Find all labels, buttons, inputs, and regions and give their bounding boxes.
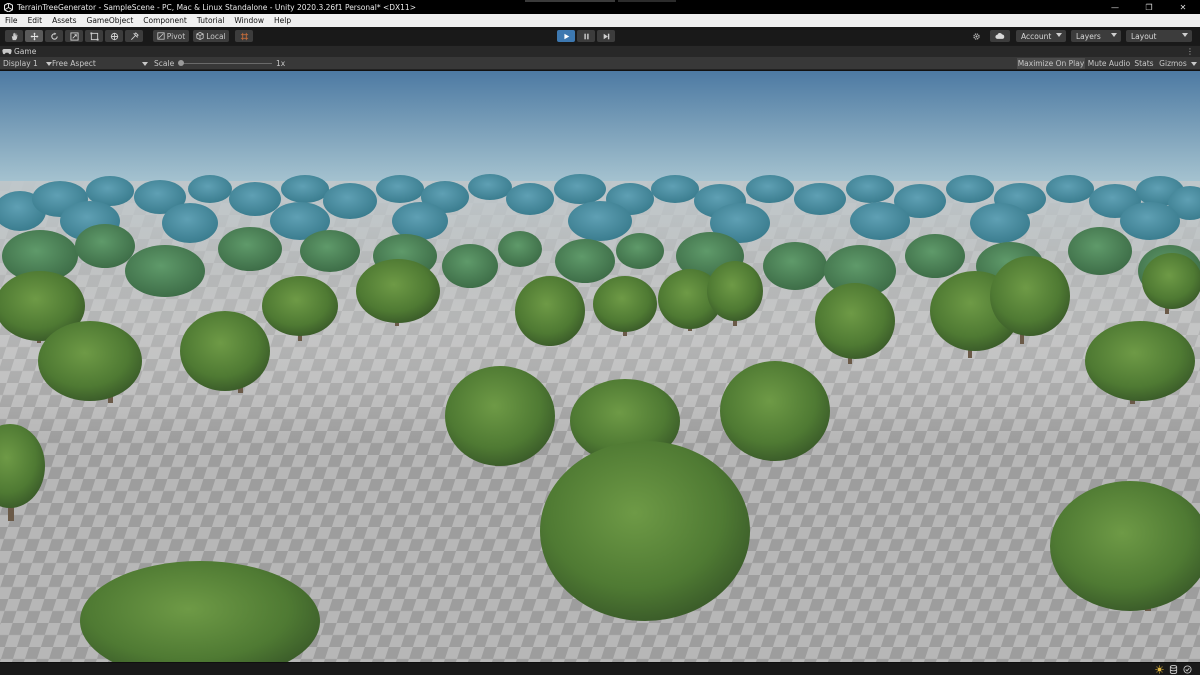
scale-slider-thumb[interactable] xyxy=(178,60,184,66)
restore-button[interactable]: ❐ xyxy=(1132,0,1166,14)
menu-bar: File Edit Assets GameObject Component Tu… xyxy=(0,14,1200,27)
transform-tool-button[interactable] xyxy=(105,30,123,42)
hand-tool-button[interactable] xyxy=(5,30,23,42)
menu-tutorial[interactable]: Tutorial xyxy=(192,16,230,25)
rect-tool-button[interactable] xyxy=(85,30,103,42)
custom-tool-icon xyxy=(130,31,139,40)
local-label: Local xyxy=(206,31,226,41)
hand-icon xyxy=(11,32,17,40)
display-label: Display 1 xyxy=(3,59,38,68)
play-button[interactable] xyxy=(557,30,575,42)
rotate-tool-button[interactable] xyxy=(45,30,63,42)
scale-value: 1x xyxy=(276,59,286,68)
lighting-icon[interactable] xyxy=(1155,665,1164,675)
window-controls: — ❐ ✕ xyxy=(1098,0,1200,14)
pivot-icon xyxy=(157,32,165,40)
layout-dropdown[interactable]: Layout xyxy=(1126,30,1192,42)
progress-check-icon[interactable] xyxy=(1183,665,1192,675)
menu-window[interactable]: Window xyxy=(229,16,269,25)
gizmos-dropdown[interactable] xyxy=(1190,58,1198,69)
rotate-icon xyxy=(50,31,58,40)
close-button[interactable]: ✕ xyxy=(1166,0,1200,14)
mute-audio-toggle[interactable]: Mute Audio xyxy=(1087,58,1131,69)
services-button[interactable] xyxy=(967,30,985,42)
cloud-button[interactable] xyxy=(990,30,1010,42)
scale-slider-track xyxy=(180,63,272,64)
status-bar xyxy=(0,662,1200,675)
display-dropdown[interactable]: Display 1 xyxy=(3,58,52,69)
grid-snap-button[interactable] xyxy=(235,30,253,42)
custom-tool-button[interactable] xyxy=(125,30,143,42)
game-view-toolbar: Display 1 Free Aspect Scale 1x Maximize … xyxy=(0,57,1200,70)
chevron-down-icon xyxy=(1111,33,1117,37)
layers-label: Layers xyxy=(1076,31,1101,41)
more-options-icon[interactable]: ⋮ xyxy=(1186,47,1194,56)
menu-help[interactable]: Help xyxy=(269,16,296,25)
pivot-toggle[interactable]: Pivot xyxy=(153,30,189,42)
play-icon xyxy=(563,33,569,39)
game-viewport[interactable] xyxy=(0,70,1200,662)
menu-component[interactable]: Component xyxy=(138,16,192,25)
menu-gameobject[interactable]: GameObject xyxy=(82,16,139,25)
game-render xyxy=(0,71,1200,662)
title-bar: TerrainTreeGenerator - SampleScene - PC,… xyxy=(0,0,1200,14)
gear-icon xyxy=(972,32,980,40)
menu-file[interactable]: File xyxy=(0,16,23,25)
move-tool-button[interactable] xyxy=(25,30,43,42)
local-cube-icon xyxy=(196,32,204,40)
step-icon xyxy=(603,33,609,39)
aspect-label: Free Aspect xyxy=(52,59,96,68)
title-bar-strip xyxy=(525,0,615,2)
title-bar-strip xyxy=(618,0,676,2)
maximize-on-play-toggle[interactable]: Maximize On Play xyxy=(1017,58,1085,69)
rect-transform-icon xyxy=(89,31,99,41)
local-toggle[interactable]: Local xyxy=(193,30,229,42)
pause-button[interactable] xyxy=(577,30,595,42)
window-title: TerrainTreeGenerator - SampleScene - PC,… xyxy=(17,2,416,12)
scale-icon xyxy=(69,31,79,41)
layers-dropdown[interactable]: Layers xyxy=(1071,30,1121,42)
minimize-button[interactable]: — xyxy=(1098,0,1132,14)
account-label: Account xyxy=(1021,31,1052,41)
main-toolbar: Pivot Local Account Layers Layout xyxy=(0,27,1200,45)
scale-tool-button[interactable] xyxy=(65,30,83,42)
chevron-down-icon xyxy=(45,61,52,66)
game-tab-bar: Game ⋮ xyxy=(0,45,1200,57)
grid-snap-icon xyxy=(240,32,248,40)
menu-edit[interactable]: Edit xyxy=(23,16,48,25)
pause-icon xyxy=(583,33,589,39)
scale-slider[interactable] xyxy=(178,58,272,69)
account-dropdown[interactable]: Account xyxy=(1016,30,1066,42)
scale-label: Scale xyxy=(154,59,175,68)
step-button[interactable] xyxy=(597,30,615,42)
stats-toggle[interactable]: Stats xyxy=(1133,58,1155,69)
gizmos-toggle[interactable]: Gizmos xyxy=(1157,58,1189,69)
chevron-down-icon xyxy=(1191,61,1197,66)
pivot-label: Pivot xyxy=(166,31,186,41)
menu-assets[interactable]: Assets xyxy=(47,16,81,25)
aspect-dropdown[interactable]: Free Aspect xyxy=(52,58,148,69)
cloud-icon xyxy=(995,33,1005,39)
layout-label: Layout xyxy=(1131,31,1157,41)
tab-game-label: Game xyxy=(14,47,37,56)
unity-logo-icon xyxy=(4,2,13,12)
tab-game[interactable]: Game xyxy=(2,46,36,57)
chevron-down-icon xyxy=(1182,33,1188,37)
gamepad-icon xyxy=(2,48,12,55)
transform-icon xyxy=(110,32,118,40)
cache-server-icon[interactable] xyxy=(1169,665,1178,675)
chevron-down-icon xyxy=(1056,33,1062,37)
move-icon xyxy=(29,31,39,41)
chevron-down-icon xyxy=(142,62,148,66)
